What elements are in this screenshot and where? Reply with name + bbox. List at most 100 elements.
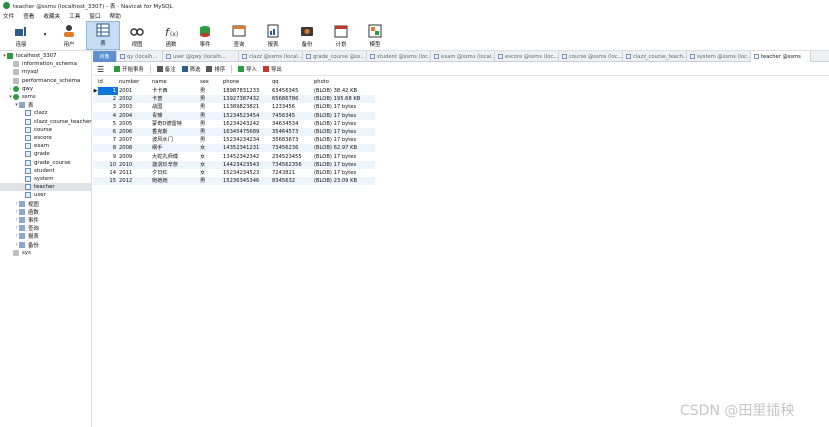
- table-cell-sex[interactable]: 男: [200, 136, 205, 144]
- table-row[interactable]: 15 2012 她她她 男 15236345346 8345632 (BLOB) 23.09…: [93, 177, 375, 186]
- tab-item[interactable]: qy (localh...: [117, 51, 163, 62]
- column-header-id[interactable]: id: [98, 78, 103, 86]
- table-cell-id[interactable]: 3: [98, 103, 118, 111]
- table-cell-name[interactable]: 波风水门: [152, 136, 173, 144]
- tree-item[interactable]: sys: [8, 249, 31, 257]
- begin-transaction-button[interactable]: 开始事务: [114, 65, 144, 73]
- table-cell-sex[interactable]: 男: [200, 95, 205, 103]
- table-row[interactable]: 14 2011 夕日红 女 15234234523 7243821 (BLOB) 17 by…: [93, 169, 375, 177]
- table-cell-name[interactable]: 夕日红: [152, 169, 168, 177]
- table-cell-id[interactable]: 8: [98, 144, 118, 152]
- import-button[interactable]: 导入: [238, 65, 257, 73]
- tree-item[interactable]: mysql: [8, 68, 38, 76]
- table-cell-name[interactable]: 青雉: [152, 112, 162, 120]
- table-cell-id[interactable]: 2: [98, 95, 118, 103]
- toolbar-backup-button[interactable]: 备份: [290, 21, 324, 50]
- toolbar-event-button[interactable]: 事件: [188, 21, 222, 50]
- tab-item[interactable]: 对象: [93, 51, 117, 62]
- table-cell-name[interactable]: 纲手: [152, 144, 162, 152]
- tab-item[interactable]: system @ssms (loc...: [687, 51, 751, 62]
- export-button[interactable]: 导出: [262, 65, 282, 73]
- table-cell-sex[interactable]: 女: [200, 144, 205, 152]
- table-cell-number[interactable]: 2001: [119, 87, 132, 95]
- table-row[interactable]: 8 2008 纲手 女 14352341231 73456236 (BLOB) 62.97 …: [93, 144, 375, 153]
- table-cell-sex[interactable]: 女: [200, 161, 205, 169]
- table-cell-number[interactable]: 2010: [119, 161, 132, 169]
- table-cell-photo[interactable]: (BLOB) 17 bytes: [314, 128, 356, 136]
- table-cell-sex[interactable]: 男: [200, 103, 205, 111]
- tree-item[interactable]: system: [20, 175, 54, 183]
- table-cell-name[interactable]: 卡普: [152, 95, 162, 103]
- tree-item[interactable]: clazz_course_teacher: [20, 118, 91, 126]
- table-cell-name[interactable]: 战国: [152, 103, 162, 111]
- tree-item[interactable]: teacher: [0, 183, 91, 192]
- table-cell-number[interactable]: 2006: [119, 128, 132, 136]
- table-row[interactable]: ▶ 1 2001 卡卡西男 18987831233 63456345 (BLOB) 38.4…: [93, 87, 375, 95]
- table-cell-phone[interactable]: 16345475689: [223, 128, 259, 136]
- table-cell-phone[interactable]: 15234234234: [223, 136, 259, 144]
- table-cell-sex[interactable]: 女: [200, 169, 205, 177]
- table-cell-sex[interactable]: 男: [200, 177, 205, 185]
- table-cell-qq[interactable]: 7456345: [272, 112, 295, 120]
- table-cell-number[interactable]: 2009: [119, 153, 132, 161]
- table-cell-id[interactable]: 5: [98, 120, 118, 128]
- table-cell-qq[interactable]: 8345632: [272, 177, 295, 185]
- table-row[interactable]: 2 2002 卡普 男 13927387432 65686786 (BLOB) 195.68…: [93, 95, 375, 104]
- tab-item[interactable]: grade_course @ss...: [303, 51, 367, 62]
- table-cell-number[interactable]: 2004: [119, 112, 132, 120]
- column-header-photo[interactable]: photo: [314, 78, 329, 86]
- tree-item[interactable]: information_schema: [8, 60, 77, 68]
- table-cell-photo[interactable]: (BLOB) 17 bytes: [314, 153, 356, 161]
- toolbar-model-button[interactable]: 模型: [358, 21, 392, 50]
- table-cell-photo[interactable]: (BLOB) 17 bytes: [314, 112, 356, 120]
- table-cell-id[interactable]: 15: [98, 177, 118, 185]
- table-cell-name[interactable]: 卡卡西: [152, 87, 168, 95]
- tree-item[interactable]: ▾ localhost_3307: [2, 52, 57, 60]
- tree-item[interactable]: › 视图: [14, 200, 39, 208]
- tree-item[interactable]: exam: [20, 142, 49, 150]
- table-cell-qq[interactable]: 34634534: [272, 120, 298, 128]
- toolbar-connect-button[interactable]: 连接: [4, 21, 38, 50]
- table-cell-id[interactable]: 9: [98, 153, 118, 161]
- menu-item[interactable]: 收藏夹: [40, 12, 66, 20]
- tree-item[interactable]: user: [20, 191, 46, 199]
- sort-button[interactable]: 排序: [206, 65, 225, 73]
- filter-button[interactable]: 筛选: [181, 65, 200, 73]
- table-cell-photo[interactable]: (BLOB) 17 bytes: [314, 103, 356, 111]
- table-cell-id[interactable]: 14: [98, 169, 118, 177]
- table-cell-qq[interactable]: 65686786: [272, 95, 298, 103]
- toolbar-user-button[interactable]: 用户: [52, 21, 86, 50]
- column-header-sex[interactable]: sex: [200, 78, 209, 86]
- tree-item[interactable]: performance_schema: [8, 77, 80, 85]
- table-cell-sex[interactable]: 女: [200, 153, 205, 161]
- table-cell-sex[interactable]: 男: [200, 120, 205, 128]
- tab-item[interactable]: student @ssms (loc...: [367, 51, 431, 62]
- tree-item[interactable]: › 函数: [14, 208, 39, 216]
- table-cell-number[interactable]: 2003: [119, 103, 132, 111]
- table-row[interactable]: 7 2007 波风水门 男 15234234234 35683673 (BLOB) 17 b…: [93, 136, 375, 144]
- table-cell-phone[interactable]: 14352341231: [223, 144, 259, 152]
- table-cell-qq[interactable]: 734562356: [272, 161, 302, 169]
- table-cell-phone[interactable]: 15236345346: [223, 177, 259, 185]
- toolbar-query-button[interactable]: 查询: [222, 21, 256, 50]
- menu-item[interactable]: 工具: [66, 12, 86, 20]
- table-cell-qq[interactable]: 7243821: [272, 169, 295, 177]
- table-cell-phone[interactable]: 15234234523: [223, 169, 259, 177]
- table-cell-id[interactable]: 1: [98, 87, 118, 95]
- menu-item[interactable]: 查看: [20, 12, 40, 20]
- table-cell-photo[interactable]: (BLOB) 195.68 KB: [314, 95, 360, 103]
- table-cell-phone[interactable]: 11389823821: [223, 103, 259, 111]
- table-cell-id[interactable]: 4: [98, 112, 118, 120]
- table-cell-phone[interactable]: 13927387432: [223, 95, 259, 103]
- table-cell-sex[interactable]: 男: [200, 87, 205, 95]
- connect-dropdown-button[interactable]: ▾: [38, 21, 52, 50]
- table-cell-name[interactable]: 蒙奇D德雷特: [152, 120, 182, 128]
- table-cell-photo[interactable]: (BLOB) 17 bytes: [314, 169, 356, 177]
- table-cell-photo[interactable]: (BLOB) 17 bytes: [314, 161, 356, 169]
- toolbar-report-button[interactable]: 报表: [256, 21, 290, 50]
- tree-item[interactable]: escore: [20, 134, 52, 142]
- table-cell-name[interactable]: 大蛇丸师傅: [152, 153, 178, 161]
- tree-item[interactable]: › 事件: [14, 216, 39, 224]
- table-cell-photo[interactable]: (BLOB) 17 bytes: [314, 136, 356, 144]
- table-cell-qq[interactable]: 35683673: [272, 136, 298, 144]
